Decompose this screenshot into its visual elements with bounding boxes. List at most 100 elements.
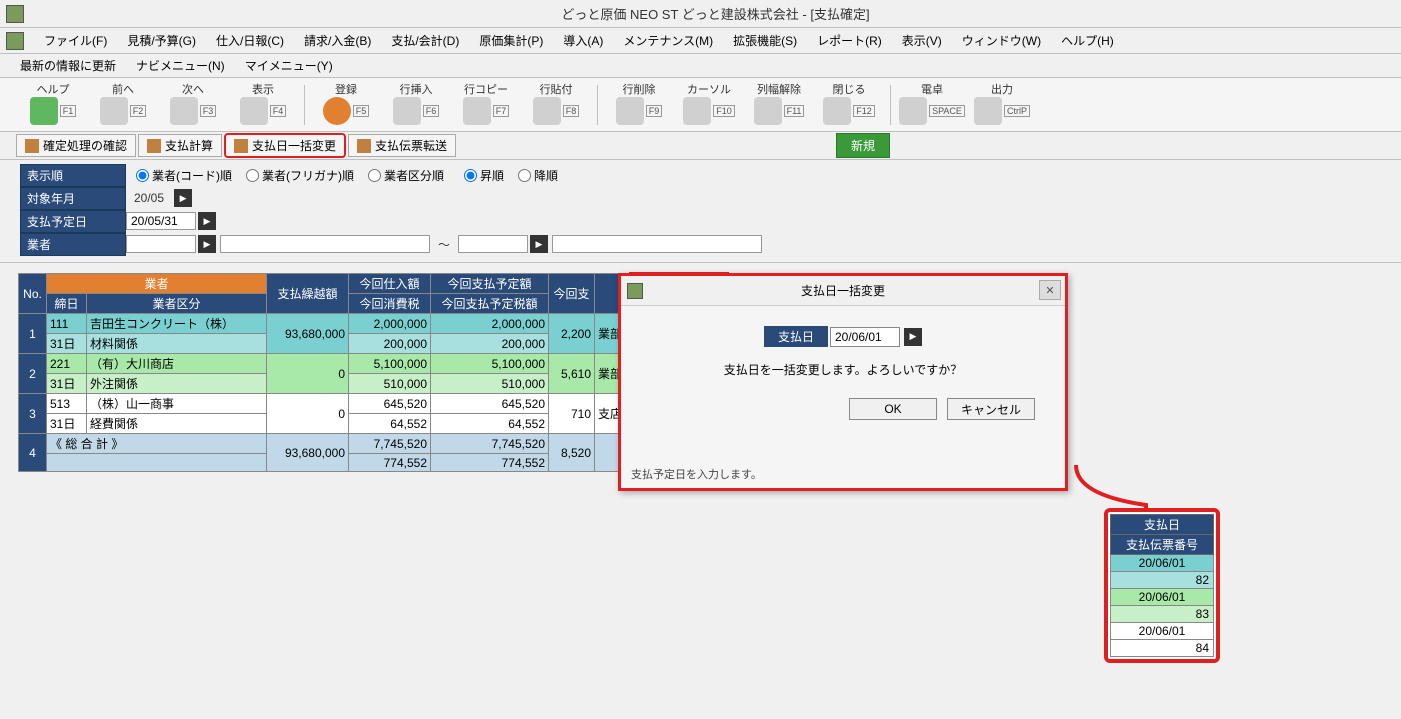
target-picker-btn[interactable]: ▶ [174, 189, 192, 207]
tool-rowpaste[interactable]: 行貼付F8 [523, 81, 589, 129]
rowcopy-icon [463, 97, 491, 125]
dialog-message: 支払日を一括変更します。よろしいですか？ [641, 361, 1045, 378]
action-confirm[interactable]: 確定処理の確認 [16, 134, 136, 157]
prev-icon [100, 97, 128, 125]
tool-calc[interactable]: 電卓SPACE [899, 81, 965, 129]
radio-furi[interactable]: 業者(フリガナ)順 [246, 167, 354, 184]
batch-icon [234, 139, 248, 153]
result-th-slip: 支払伝票番号 [1111, 535, 1214, 555]
dialog-title: 支払日一括変更 [801, 282, 885, 299]
sub-mymenu[interactable]: マイメニュー(Y) [235, 55, 343, 76]
result-th-date: 支払日 [1111, 515, 1214, 535]
tool-cursor[interactable]: カーソルF10 [676, 81, 742, 129]
tool-view[interactable]: 表示F4 [230, 81, 296, 129]
filter-paydate-label: 支払予定日 [20, 210, 126, 233]
tool-help[interactable]: ヘルプF1 [20, 81, 86, 129]
th-pay-this: 今回支 [549, 274, 595, 314]
batch-change-dialog: 支払日一括変更 ✕ 支払日 ▶ 支払日を一括変更します。よろしいですか？ OK … [618, 273, 1068, 491]
menu-help[interactable]: ヘルプ(H) [1051, 30, 1124, 51]
radio-kubun[interactable]: 業者区分順 [368, 167, 444, 184]
result-row: 20/06/01 [1111, 555, 1214, 572]
result-row: 20/06/01 [1111, 589, 1214, 606]
menu-file[interactable]: ファイル(F) [34, 30, 117, 51]
dialog-field: 支払日 ▶ [641, 326, 1045, 347]
th-due: 締日 [47, 294, 87, 314]
radio-group-order: 業者(コード)順 業者(フリガナ)順 業者区分順 [136, 167, 444, 184]
help-icon [30, 97, 58, 125]
vendor-code-input[interactable] [126, 235, 196, 253]
dialog-close-button[interactable]: ✕ [1039, 280, 1061, 300]
th-sched: 今回支払予定額 [431, 274, 549, 294]
radio-group-sort: 昇順 降順 [464, 167, 558, 184]
cursor-icon [683, 97, 711, 125]
tool-close[interactable]: 閉じるF12 [816, 81, 882, 129]
filter-paydate-input[interactable] [126, 212, 196, 230]
filter-order-label: 表示順 [20, 164, 126, 187]
tilde: ～ [430, 234, 458, 255]
rowpaste-icon [533, 97, 561, 125]
sub-navi[interactable]: ナビメニュー(N) [126, 55, 235, 76]
dialog-icon [627, 283, 643, 299]
vendor-picker2[interactable]: ▶ [530, 235, 548, 253]
filter-area: 表示順 業者(コード)順 業者(フリガナ)順 業者区分順 昇順 降順 対象年月 … [0, 160, 1401, 263]
menu-billing[interactable]: 請求/入金(B) [294, 30, 381, 51]
tool-colreset[interactable]: 列幅解除F11 [746, 81, 812, 129]
dialog-date-input[interactable] [830, 327, 900, 347]
menu-estimate[interactable]: 見積/予算(G) [117, 30, 206, 51]
radio-asc[interactable]: 昇順 [464, 167, 504, 184]
tool-rowdel[interactable]: 行削除F9 [606, 81, 672, 129]
transfer-icon [357, 139, 371, 153]
view-icon [240, 97, 268, 125]
menubar: ファイル(F) 見積/予算(G) 仕入/日報(C) 請求/入金(B) 支払/会計… [0, 28, 1401, 54]
tool-output[interactable]: 出力CtrlP [969, 81, 1035, 129]
menu-ext[interactable]: 拡張機能(S) [723, 30, 807, 51]
app-icon [6, 5, 24, 23]
menu-payment[interactable]: 支払/会計(D) [381, 30, 469, 51]
tool-rowins[interactable]: 行挿入F6 [383, 81, 449, 129]
menu-maint[interactable]: メンテナンス(M) [613, 30, 723, 51]
th-vendor: 業者 [47, 274, 267, 294]
menu-window[interactable]: ウィンドウ(W) [952, 30, 1051, 51]
result-annotation: 支払日 支払伝票番号 20/06/018220/06/018320/06/018… [1104, 508, 1220, 663]
subbar: 最新の情報に更新 ナビメニュー(N) マイメニュー(Y) [0, 54, 1401, 78]
paydate-picker-btn[interactable]: ▶ [198, 212, 216, 230]
calc-action-icon [147, 139, 161, 153]
action-transfer[interactable]: 支払伝票転送 [348, 134, 456, 157]
menu-cost[interactable]: 原価集計(P) [469, 30, 553, 51]
radio-code[interactable]: 業者(コード)順 [136, 167, 232, 184]
dialog-cancel-button[interactable]: キャンセル [947, 398, 1035, 420]
menu-intro[interactable]: 導入(A) [553, 30, 613, 51]
th-carry: 支払繰越額 [267, 274, 349, 314]
vendor-name-to-input[interactable] [552, 235, 762, 253]
tool-next[interactable]: 次へF3 [160, 81, 226, 129]
dialog-ok-button[interactable]: OK [849, 398, 937, 420]
action-batch-change[interactable]: 支払日一括変更 [224, 133, 346, 158]
result-row: 84 [1111, 640, 1214, 657]
tool-prev[interactable]: 前へF2 [90, 81, 156, 129]
th-no: No. [19, 274, 47, 314]
actionbar: 確定処理の確認 支払計算 支払日一括変更 支払伝票転送 新規 [0, 132, 1401, 160]
vendor-code-to-input[interactable] [458, 235, 528, 253]
close-icon [823, 97, 851, 125]
radio-desc[interactable]: 降順 [518, 167, 558, 184]
result-row: 82 [1111, 572, 1214, 589]
sub-refresh[interactable]: 最新の情報に更新 [10, 55, 126, 76]
output-icon [974, 97, 1002, 125]
menu-view[interactable]: 表示(V) [892, 30, 952, 51]
tool-reg[interactable]: 登録F5 [313, 81, 379, 129]
dialog-field-label: 支払日 [764, 326, 828, 347]
result-row: 20/06/01 [1111, 623, 1214, 640]
dialog-date-picker[interactable]: ▶ [904, 328, 922, 346]
tool-rowcopy[interactable]: 行コピーF7 [453, 81, 519, 129]
result-row: 83 [1111, 606, 1214, 623]
filter-vendor-label: 業者 [20, 233, 126, 256]
rowdel-icon [616, 97, 644, 125]
new-button[interactable]: 新規 [836, 133, 890, 158]
vendor-name-input[interactable] [220, 235, 430, 253]
menu-report[interactable]: レポート(R) [807, 30, 892, 51]
menu-purchase[interactable]: 仕入/日報(C) [206, 30, 294, 51]
th-purchase: 今回仕入額 [349, 274, 431, 294]
filter-target-label: 対象年月 [20, 187, 126, 210]
vendor-picker1[interactable]: ▶ [198, 235, 216, 253]
action-calc[interactable]: 支払計算 [138, 134, 222, 157]
